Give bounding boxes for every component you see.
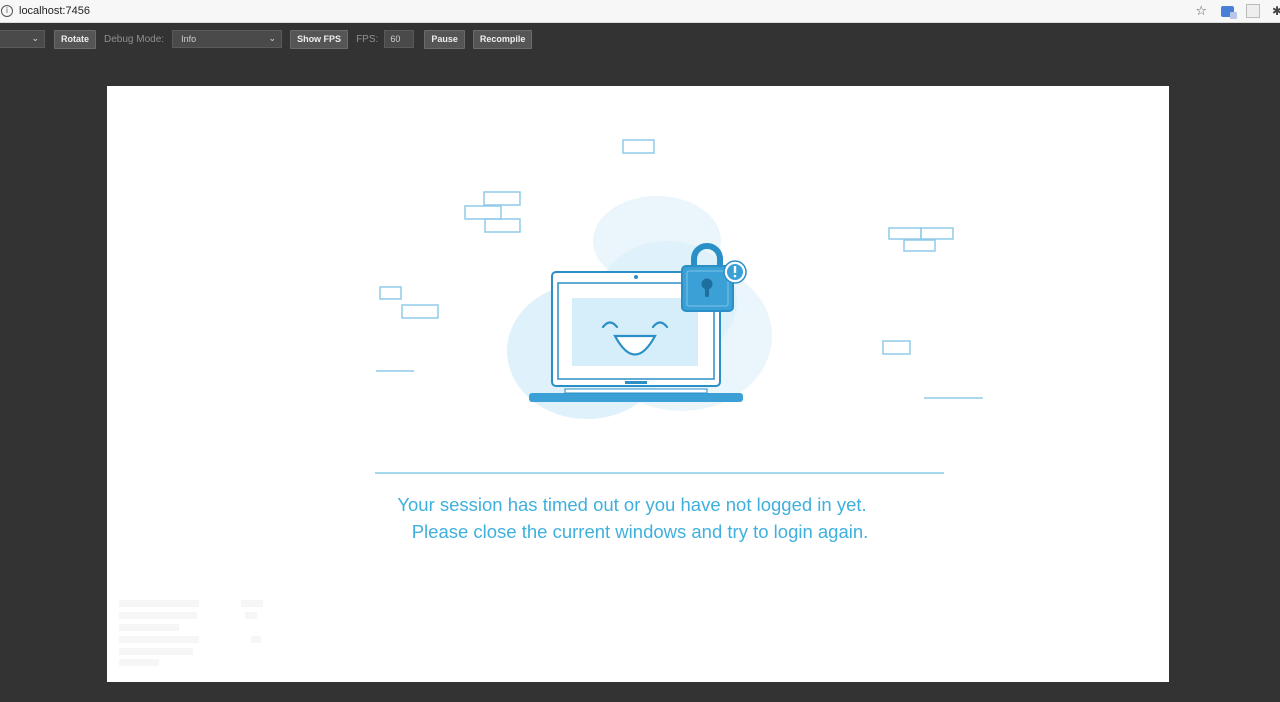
debug-mode-select[interactable]: Info ⌄ bbox=[172, 30, 283, 48]
pause-button[interactable]: Pause bbox=[424, 29, 465, 49]
recompile-button[interactable]: Recompile bbox=[472, 29, 533, 49]
debug-mode-value: Info bbox=[181, 34, 197, 44]
divider bbox=[375, 472, 944, 474]
extension-icon[interactable] bbox=[1246, 4, 1260, 18]
preview-toolbar: ⌄ Rotate Debug Mode: Info ⌄ Show FPS FPS… bbox=[0, 28, 1280, 50]
fps-input[interactable]: 60 bbox=[384, 30, 415, 48]
chevron-down-icon: ⌄ bbox=[31, 34, 39, 44]
fps-label: FPS: bbox=[356, 33, 379, 45]
star-icon[interactable]: ☆ bbox=[1195, 4, 1207, 19]
debug-mode-label: Debug Mode: bbox=[104, 33, 165, 45]
url-text[interactable]: localhost:7456 bbox=[19, 5, 90, 17]
laptop-lock-illustration bbox=[376, 139, 983, 419]
warning-badge-icon bbox=[723, 260, 747, 284]
translate-icon[interactable] bbox=[1221, 5, 1237, 19]
rotate-button[interactable]: Rotate bbox=[54, 29, 97, 49]
debug-overlay bbox=[119, 596, 279, 666]
game-canvas[interactable]: Your session has timed out or you have n… bbox=[107, 86, 1169, 682]
puzzle-icon[interactable]: ✱ bbox=[1272, 4, 1280, 18]
browser-address-bar: i localhost:7456 ☆ ✱ bbox=[0, 0, 1280, 23]
show-fps-button[interactable]: Show FPS bbox=[290, 29, 349, 49]
info-icon[interactable]: i bbox=[1, 5, 13, 17]
device-select[interactable]: ⌄ bbox=[0, 30, 45, 48]
session-timeout-message: Your session has timed out or you have n… bbox=[397, 494, 867, 515]
login-again-message: Please close the current windows and try… bbox=[411, 521, 869, 542]
chevron-down-icon: ⌄ bbox=[268, 34, 277, 44]
browser-actions: ☆ ✱ bbox=[1195, 0, 1280, 22]
